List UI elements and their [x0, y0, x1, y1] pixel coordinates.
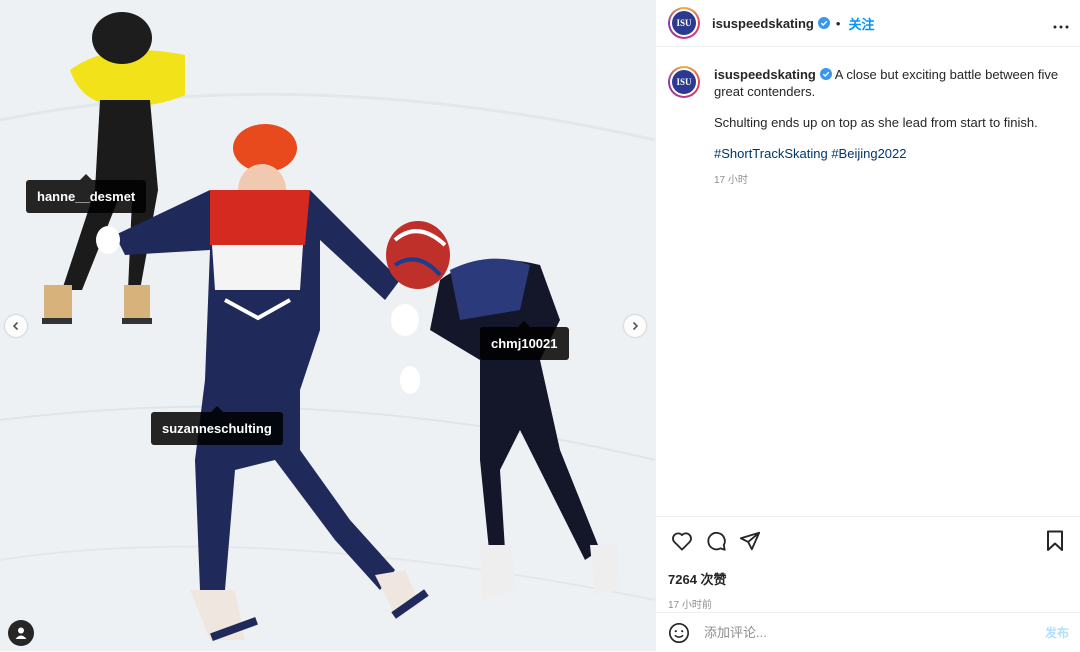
chevron-left-icon	[12, 321, 19, 331]
caption-line-2: Schulting ends up on top as she lead fro…	[714, 115, 1038, 130]
header-username[interactable]: isuspeedskating	[712, 16, 814, 31]
hashtag-shorttrackskating[interactable]: #ShortTrackSkating	[714, 146, 828, 161]
post-side-panel: ISU isuspeedskating • 关注 ISU isuspeedska…	[655, 0, 1080, 651]
hashtag-beijing2022[interactable]: #Beijing2022	[831, 146, 906, 161]
send-icon	[739, 531, 761, 551]
likes-count[interactable]: 7264 次赞	[668, 569, 1069, 588]
photo-tag-label: hanne__desmet	[37, 189, 136, 204]
like-button[interactable]	[668, 527, 696, 555]
isu-logo: ISU	[672, 11, 696, 35]
chevron-right-icon	[632, 321, 639, 331]
photo-tag-suzanneschulting[interactable]: suzanneschulting	[151, 406, 283, 445]
comment-input[interactable]	[702, 624, 1045, 641]
post-header: ISU isuspeedskating • 关注	[656, 0, 1080, 47]
caption-username[interactable]: isuspeedskating	[714, 67, 816, 82]
photo-tag-chmj10021[interactable]: chmj10021	[480, 321, 569, 360]
carousel-next-button[interactable]	[624, 315, 646, 337]
skating-scene-image	[0, 0, 655, 651]
emoji-icon	[669, 622, 689, 643]
photo-tag-hanne-desmet[interactable]: hanne__desmet	[26, 174, 147, 213]
post-actions: 7264 次赞 17 小时前	[656, 516, 1080, 611]
separator-dot: •	[835, 15, 841, 31]
post-photo[interactable]: hanne__desmet chmj10021 suzanneschulting	[0, 0, 655, 651]
photo-tag-label: chmj10021	[491, 336, 558, 351]
caption-text: isuspeedskating A close but exciting bat…	[714, 66, 1063, 189]
caption-avatar[interactable]: ISU	[668, 66, 700, 98]
user-icon	[15, 627, 27, 639]
verified-badge-icon	[819, 68, 832, 80]
carousel-prev-button[interactable]	[5, 315, 27, 337]
comment-icon	[707, 531, 726, 551]
heart-icon	[672, 532, 692, 551]
share-button[interactable]	[736, 527, 764, 555]
isu-logo: ISU	[672, 70, 696, 94]
post-caption: ISU isuspeedskating A close but exciting…	[668, 66, 1063, 189]
avatar[interactable]: ISU	[668, 7, 700, 39]
photo-tag-label: suzanneschulting	[162, 421, 272, 436]
post-timestamp: 17 小时前	[668, 600, 712, 611]
emoji-button[interactable]	[668, 622, 690, 644]
comment-button[interactable]	[702, 527, 730, 555]
tagged-users-button[interactable]	[8, 620, 34, 646]
post-comment-button[interactable]: 发布	[1045, 624, 1069, 641]
save-button[interactable]	[1041, 527, 1069, 555]
more-options-button[interactable]	[1053, 13, 1069, 34]
bookmark-icon	[1047, 530, 1063, 551]
verified-badge-icon	[817, 17, 830, 29]
comment-bar: 发布	[656, 612, 1080, 652]
caption-timestamp: 17 小时	[714, 175, 748, 186]
follow-button[interactable]: 关注	[848, 14, 874, 33]
more-horizontal-icon	[1053, 25, 1069, 28]
